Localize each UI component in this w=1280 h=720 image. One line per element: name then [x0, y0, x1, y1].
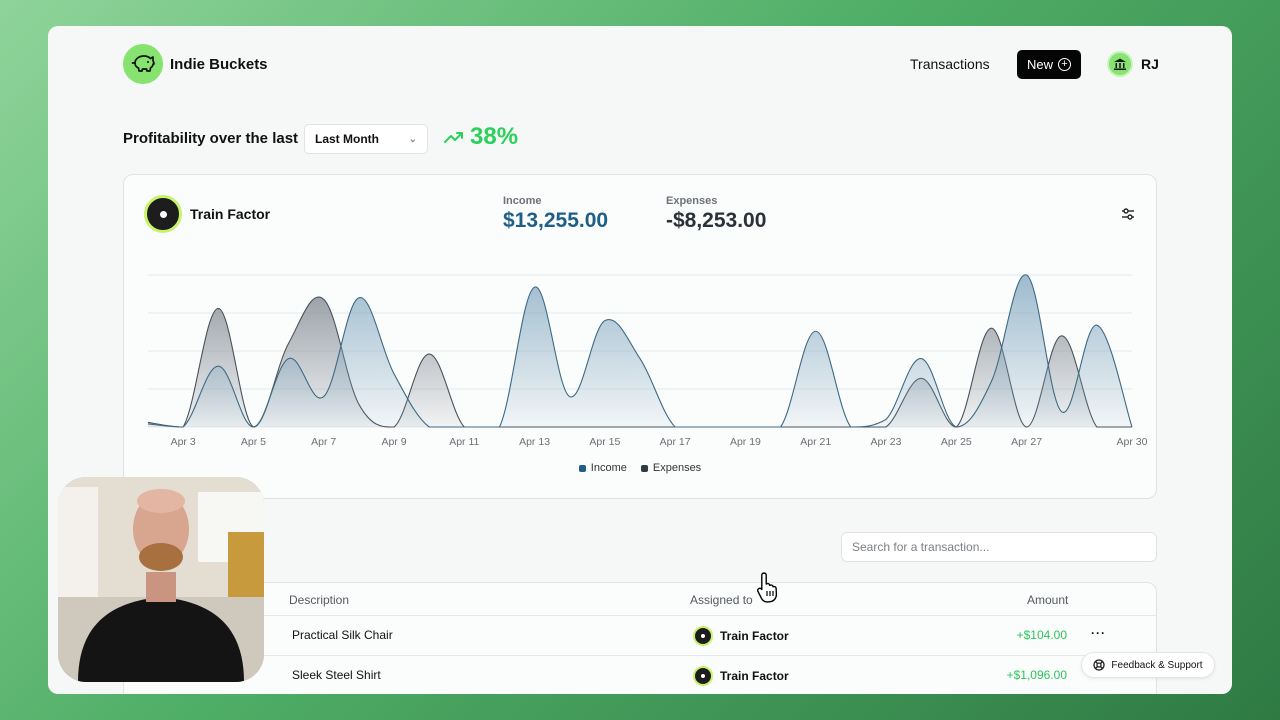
x-tick-label: Apr 11: [449, 436, 479, 448]
account-header: Train Factor: [144, 195, 270, 233]
x-tick-label: Apr 30: [1117, 436, 1148, 448]
x-tick-label: Apr 23: [871, 436, 902, 448]
bank-icon: [1107, 51, 1133, 77]
more-options-icon[interactable]: ···: [1091, 626, 1106, 640]
account-avatar: [144, 195, 182, 233]
nav-transactions-link[interactable]: Transactions: [910, 56, 990, 72]
row-description: Sleek Steel Shirt: [292, 668, 381, 682]
user-menu[interactable]: RJ: [1107, 51, 1159, 77]
piggy-bank-icon: [123, 44, 163, 84]
income-expenses-chart: Apr 3 Apr 5 Apr 7 Apr 9 Apr 11 Apr 13 Apr 15 Ap…: [147, 274, 1148, 448]
x-tick-label: Apr 5: [241, 436, 266, 448]
new-button[interactable]: New +: [1017, 50, 1081, 79]
legend-income: Income: [578, 462, 627, 474]
new-button-label: New: [1026, 57, 1053, 72]
header-amount: Amount: [1027, 593, 1069, 607]
app-name: Indie Buckets: [170, 55, 268, 73]
expenses-label: Expenses: [666, 195, 718, 207]
row-description: Practical Silk Chair: [292, 628, 393, 642]
table-row[interactable]: Sleek Steel Shirt Train Factor +$1,096.0…: [124, 655, 1156, 694]
period-select-value: Last Month: [315, 132, 379, 146]
presenter-video-image: [58, 477, 264, 682]
row-assignee: Train Factor: [693, 666, 789, 686]
legend-income-label: Income: [590, 462, 627, 474]
x-tick-label: Apr 25: [941, 436, 972, 448]
x-tick-label: Apr 17: [660, 436, 691, 448]
row-assignee: Train Factor: [693, 626, 789, 646]
profitability-label: Profitability over the last: [123, 130, 299, 147]
x-tick-label: Apr 21: [800, 436, 831, 448]
lifebuoy-icon: [1093, 659, 1106, 671]
transaction-search-input[interactable]: [841, 532, 1157, 562]
x-tick-label: Apr 27: [1011, 436, 1042, 448]
legend-expenses: Expenses: [640, 462, 702, 474]
period-select[interactable]: Last Month ⌄: [304, 124, 428, 154]
transactions-table: Description Assigned to Amount Practical…: [123, 582, 1157, 694]
header-assigned-to: Assigned to: [690, 593, 753, 607]
income-metric: Income $13,255.00: [503, 195, 608, 233]
feedback-label: Feedback & Support: [1111, 659, 1203, 671]
profitability-change: 38%: [470, 123, 519, 150]
chevron-down-icon: ⌄: [408, 133, 417, 145]
account-avatar: [693, 626, 713, 646]
row-amount: +$1,096.00: [1006, 668, 1067, 682]
row-assignee-label: Train Factor: [720, 629, 789, 643]
plus-circle-icon: +: [1058, 58, 1071, 71]
expenses-metric: Expenses -$8,253.00: [666, 195, 766, 233]
account-avatar: [693, 666, 713, 686]
account-name: Train Factor: [190, 206, 271, 222]
feedback-support-button[interactable]: Feedback & Support: [1081, 652, 1215, 678]
x-tick-label: Apr 15: [589, 436, 620, 448]
x-tick-label: Apr 19: [730, 436, 761, 448]
hand-pointer-cursor: [756, 572, 778, 603]
row-assignee-label: Train Factor: [720, 669, 789, 683]
profitability-trend: 38%: [444, 123, 518, 151]
account-chart-card: Train Factor Income $13,255.00 Expenses …: [123, 174, 1157, 499]
row-amount: +$104.00: [1016, 628, 1067, 642]
filter-settings-icon[interactable]: [1121, 207, 1135, 221]
income-value: $13,255.00: [503, 209, 609, 232]
app-logo[interactable]: Indie Buckets: [123, 44, 268, 84]
x-tick-label: Apr 7: [311, 436, 336, 448]
chart-legend: Income Expenses: [124, 462, 1156, 474]
x-tick-label: Apr 13: [519, 436, 550, 448]
header-description: Description: [289, 593, 350, 607]
legend-expenses-label: Expenses: [652, 462, 702, 474]
user-initials: RJ: [1141, 56, 1159, 72]
trending-up-icon: [444, 132, 463, 143]
table-row[interactable]: Practical Silk Chair Train Factor +$104.…: [124, 615, 1156, 655]
income-label: Income: [503, 195, 542, 207]
x-tick-label: Apr 3: [171, 436, 196, 448]
webcam-overlay: [58, 477, 264, 682]
x-tick-label: Apr 9: [381, 436, 406, 448]
expenses-value: -$8,253.00: [666, 209, 767, 232]
